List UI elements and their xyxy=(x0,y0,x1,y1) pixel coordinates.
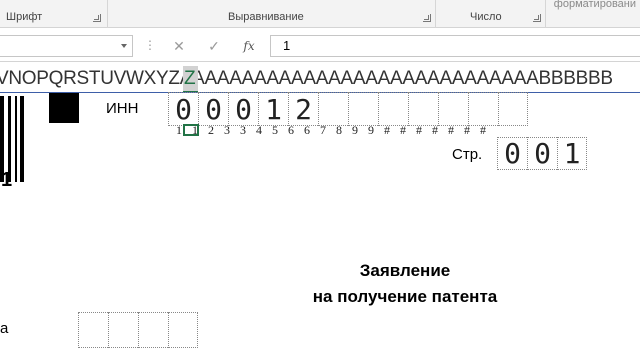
cell-index[interactable]: 7 xyxy=(315,123,331,138)
inn-digit-cell[interactable] xyxy=(318,92,348,126)
page-label: Стр. xyxy=(452,146,483,163)
cell-index[interactable]: 9 xyxy=(363,123,379,138)
cell-index[interactable]: 8 xyxy=(331,123,347,138)
entry-cell[interactable] xyxy=(138,312,168,348)
cell-index[interactable]: 6 xyxy=(299,123,315,138)
active-cell-cursor[interactable] xyxy=(183,124,199,136)
cell-index[interactable]: 3 xyxy=(219,123,235,138)
cell-index[interactable]: 9 xyxy=(347,123,363,138)
ribbon-group-font: Шрифт xyxy=(0,0,108,28)
cell-index[interactable]: 4 xyxy=(251,123,267,138)
cell-index[interactable]: # xyxy=(459,123,475,138)
column-header-letters[interactable]: VNOPQRSTUVWXYZAAAAAAAAAAAAAAAAAAAAAAAAAA… xyxy=(0,66,613,92)
formula-bar: ⋮ ✕ ✓ fx 1 xyxy=(0,29,640,62)
cell-index[interactable]: 2 xyxy=(203,123,219,138)
inn-digit-cell[interactable]: 1 xyxy=(258,92,288,126)
page-digit-cell[interactable]: 1 xyxy=(557,137,587,170)
ribbon-group-alignment-label: Выравнивание xyxy=(228,11,304,23)
inn-digit-cell[interactable] xyxy=(378,92,408,126)
ribbon-group-alignment: Выравнивание xyxy=(108,0,436,28)
enter-check-icon[interactable]: ✓ xyxy=(205,38,223,54)
selected-column-letter: Z xyxy=(184,68,196,89)
registration-marker xyxy=(49,93,79,123)
cell-index[interactable]: # xyxy=(443,123,459,138)
cell-index[interactable]: 6 xyxy=(283,123,299,138)
document-title: Заявление на получение патента xyxy=(260,258,550,310)
inn-digit-cell[interactable]: 2 xyxy=(288,92,318,126)
entry-cell[interactable] xyxy=(78,312,108,348)
barcode-number: 1 xyxy=(1,169,13,191)
title-line-1: Заявление xyxy=(359,261,451,280)
ribbon-group-number: Число xyxy=(436,0,546,28)
inn-cells: 0 0 0 1 2 xyxy=(168,92,528,126)
name-box[interactable] xyxy=(0,35,133,57)
inn-digit-cell[interactable]: 0 xyxy=(168,92,198,126)
inn-digit-cell[interactable]: 0 xyxy=(228,92,258,126)
font-dialog-launcher-icon[interactable] xyxy=(93,14,101,22)
cell-index[interactable]: # xyxy=(395,123,411,138)
bottom-cells xyxy=(78,312,198,348)
alignment-dialog-launcher-icon[interactable] xyxy=(423,14,431,22)
cell-index[interactable]: # xyxy=(427,123,443,138)
ribbon-group-footer: Шрифт Выравнивание Число форматировани xyxy=(0,0,640,28)
inn-label: ИНН xyxy=(106,100,139,117)
row-label-fragment: а xyxy=(0,320,9,337)
entry-cell[interactable] xyxy=(108,312,138,348)
page-digit-cell[interactable]: 0 xyxy=(527,137,557,170)
column-headers[interactable]: VNOPQRSTUVWXYZAAAAAAAAAAAAAAAAAAAAAAAAAA… xyxy=(0,66,640,92)
inn-digit-cell[interactable]: 0 xyxy=(198,92,228,126)
formula-bar-resize-handle[interactable]: ⋮ xyxy=(144,38,156,52)
inn-digit-cell[interactable] xyxy=(348,92,378,126)
cell-index-row: 1 1 2 3 3 4 5 6 6 7 8 9 9 # # # # # # # xyxy=(171,123,491,138)
ribbon-group-font-label: Шрифт xyxy=(6,11,43,23)
cell-index[interactable]: # xyxy=(411,123,427,138)
cell-index[interactable]: # xyxy=(475,123,491,138)
page-cells: 0 0 1 xyxy=(497,137,587,170)
formula-input[interactable]: 1 xyxy=(270,35,640,57)
inn-digit-cell[interactable] xyxy=(408,92,438,126)
title-line-2: на получение патента xyxy=(312,287,498,306)
entry-cell[interactable] xyxy=(168,312,198,348)
ribbon-styles-label: форматировани xyxy=(553,0,636,10)
ribbon-group-number-label: Число xyxy=(470,11,502,23)
number-dialog-launcher-icon[interactable] xyxy=(533,14,541,22)
inn-digit-cell[interactable] xyxy=(438,92,468,126)
cancel-icon[interactable]: ✕ xyxy=(170,38,188,54)
cell-index[interactable]: 5 xyxy=(267,123,283,138)
cell-index[interactable]: # xyxy=(379,123,395,138)
page-digit-cell[interactable]: 0 xyxy=(497,137,527,170)
chevron-down-icon[interactable] xyxy=(121,44,127,48)
inn-digit-cell[interactable] xyxy=(468,92,498,126)
cell-index[interactable]: 3 xyxy=(235,123,251,138)
insert-function-icon[interactable]: fx xyxy=(240,38,258,54)
inn-digit-cell[interactable] xyxy=(498,92,528,126)
